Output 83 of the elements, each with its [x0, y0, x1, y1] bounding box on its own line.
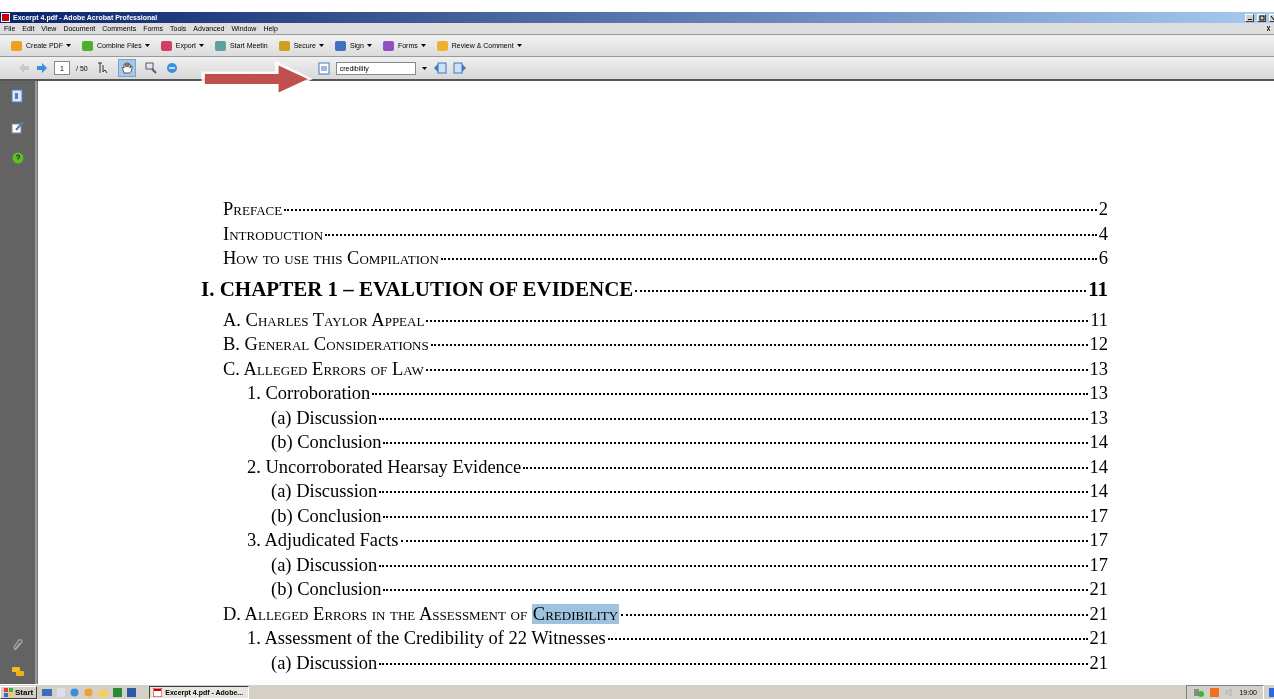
- dropdown-caret-icon[interactable]: [421, 66, 427, 70]
- toc-page-number: 21: [1089, 627, 1108, 650]
- toolbar-icon: [381, 39, 395, 52]
- toolbar-icon: [277, 39, 291, 52]
- spreadsheet-icon[interactable]: [113, 687, 123, 697]
- toc-page-number: 14: [1089, 480, 1108, 503]
- toc-page-number: 11: [1090, 308, 1108, 332]
- select-icon: [96, 62, 109, 74]
- find-previous-icon[interactable]: [432, 62, 447, 74]
- toc-page-number: 11: [1088, 276, 1108, 301]
- toc-page-number: 2: [1098, 198, 1108, 221]
- hand-icon: [120, 62, 133, 74]
- next-page-icon[interactable]: [36, 62, 48, 74]
- toolbar-icon: [213, 39, 227, 52]
- close-button[interactable]: [1269, 13, 1274, 22]
- pages-icon[interactable]: [11, 89, 24, 103]
- toc-page-number: 13: [1089, 382, 1108, 405]
- page-icon[interactable]: [317, 61, 330, 75]
- toolbar-icon: [435, 39, 449, 52]
- comments-icon[interactable]: [10, 666, 25, 678]
- toc-page-number: 21: [1089, 651, 1108, 675]
- windows-logo-icon: [4, 687, 13, 697]
- toc-page-number: 4: [1098, 222, 1108, 246]
- toc-page-number: 21: [1089, 578, 1108, 601]
- toc-entry-title[interactable]: (b) Conclusion: [271, 577, 382, 602]
- edit-icon[interactable]: [11, 121, 24, 134]
- caret-icon: [318, 44, 324, 47]
- close-icon: [1270, 14, 1274, 21]
- toolbar-icon: [10, 39, 23, 52]
- toc-entry-title[interactable]: 2. Uncorroborated Hearsay Evidence: [247, 454, 522, 479]
- restore-icon: [1258, 14, 1265, 21]
- toc-entry-title[interactable]: D. Alleged Errors in the Assessment of Credibility: [223, 601, 620, 626]
- toc-page-number: 17: [1089, 529, 1108, 552]
- zoom-out-icon[interactable]: [165, 62, 178, 74]
- toc-page-number: 17: [1089, 553, 1108, 577]
- word-document-icon[interactable]: [127, 687, 137, 697]
- help-icon[interactable]: [11, 152, 24, 164]
- caret-icon: [366, 44, 372, 47]
- pdf-icon: [153, 687, 163, 697]
- toc-page-number: 14: [1089, 455, 1108, 479]
- toc-page-number: 17: [1089, 504, 1108, 528]
- toolbar-icon: [159, 39, 173, 52]
- toc-entry-title[interactable]: 3. Adjudicated Facts: [247, 528, 399, 553]
- toc-entry-title[interactable]: (a) Discussion: [271, 405, 378, 430]
- restore-button[interactable]: [1257, 13, 1266, 22]
- toc-entry-title[interactable]: B. General Considerations: [223, 332, 429, 357]
- toc-entry-title[interactable]: 1. Corroboration: [247, 381, 371, 406]
- toc-page-number: 6: [1098, 247, 1108, 270]
- toc-entry-title[interactable]: (b) Conclusion: [271, 503, 382, 528]
- toc-entry-title[interactable]: C. Alleged Errors of Law: [223, 356, 424, 381]
- hand-tool-button[interactable]: [117, 59, 136, 77]
- toc-page-number: 13: [1089, 357, 1108, 381]
- toc-entry-title[interactable]: A. Charles Taylor Appeal: [223, 307, 425, 332]
- show-desktop-icon[interactable]: [1269, 687, 1274, 697]
- caret-icon: [198, 44, 204, 47]
- zoom-icon: [144, 62, 157, 74]
- toc-entry-title[interactable]: 1. Assessment of the Credibility of 22 Witnesses: [247, 626, 606, 651]
- caret-icon: [144, 44, 150, 47]
- close-document-icon[interactable]: [1267, 26, 1270, 31]
- toc-entry-title[interactable]: (b) Conclusion: [271, 430, 382, 455]
- toc-page-number: 12: [1089, 333, 1108, 356]
- caret-icon: [420, 44, 426, 47]
- toc-entry-title[interactable]: How to use this Compilation: [223, 246, 439, 271]
- toc-entry-title[interactable]: Introduction: [223, 221, 324, 246]
- caret-icon: [516, 44, 522, 47]
- paperclip-icon[interactable]: [11, 638, 24, 652]
- toc-entry-title[interactable]: (a) Discussion: [271, 479, 378, 504]
- caret-icon: [65, 44, 71, 47]
- previous-page-icon: [18, 62, 30, 74]
- toolbar-icon: [333, 39, 347, 52]
- toc-entry-title[interactable]: Preface: [223, 197, 283, 222]
- toc-entry-title[interactable]: (a) Discussion: [271, 650, 378, 675]
- toolbar-icon: [80, 39, 94, 52]
- toc-page-number: 21: [1089, 602, 1108, 626]
- desktop-icon[interactable]: [42, 687, 53, 697]
- find-next-icon[interactable]: [452, 62, 467, 74]
- start-button[interactable]: Start: [0, 685, 38, 699]
- toc-page-number: 13: [1089, 406, 1108, 430]
- toc-entry-title[interactable]: (a) Discussion: [271, 552, 378, 577]
- toc-entry-title[interactable]: I. CHAPTER 1 – EVALUTION OF EVIDENCE: [201, 276, 634, 301]
- pdf-icon: [1, 13, 10, 22]
- minimize-button[interactable]: [1245, 13, 1254, 22]
- toc-page-number: 14: [1089, 431, 1108, 454]
